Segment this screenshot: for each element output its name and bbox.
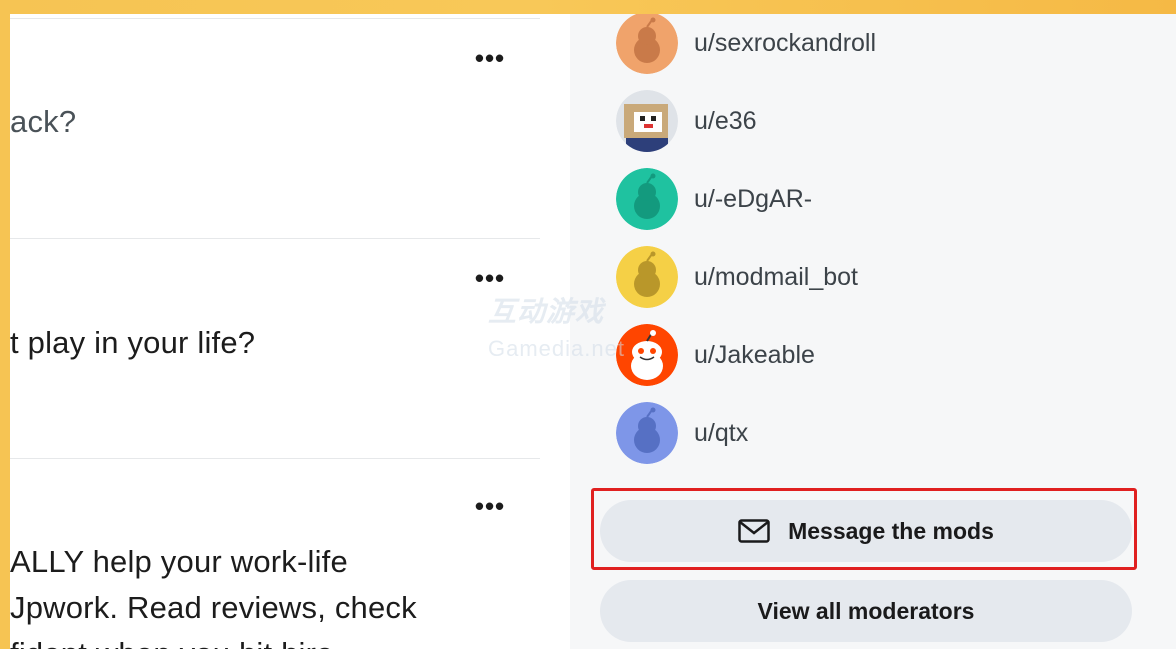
post-more-options-button[interactable]: ••• bbox=[472, 265, 508, 291]
moderator-username[interactable]: u/e36 bbox=[694, 107, 757, 136]
message-mods-label: Message the mods bbox=[788, 517, 994, 544]
moderator-username[interactable]: u/-eDgAR- bbox=[694, 185, 812, 214]
post-title[interactable]: t play in your life? bbox=[10, 325, 255, 361]
moderator-item[interactable]: u/qtx bbox=[616, 401, 748, 465]
snoo-avatar-icon[interactable] bbox=[616, 14, 678, 74]
view-all-moderators-label: View all moderators bbox=[757, 597, 975, 624]
feed-divider bbox=[10, 18, 540, 19]
mail-icon bbox=[738, 519, 770, 543]
moderator-item[interactable]: u/modmail_bot bbox=[616, 245, 858, 309]
moderator-item[interactable]: u/Jakeable bbox=[616, 323, 815, 387]
feed-divider bbox=[10, 238, 540, 239]
post-title[interactable]: ack? bbox=[10, 104, 76, 140]
snoo-avatar-icon[interactable] bbox=[616, 246, 678, 308]
post-more-options-button[interactable]: ••• bbox=[472, 45, 508, 71]
message-mods-button[interactable]: Message the mods bbox=[600, 500, 1132, 562]
custom-pixel-avatar-icon[interactable] bbox=[616, 90, 678, 152]
post-text-line[interactable]: Jpwork. Read reviews, check bbox=[10, 590, 417, 626]
screen-frame: ••• ack? ••• t play in your life? ••• AL… bbox=[10, 14, 1176, 649]
moderator-username[interactable]: u/modmail_bot bbox=[694, 263, 858, 292]
moderators-sidebar: u/sexrockandroll u/e36 u/-eDgAR- u/modma… bbox=[570, 14, 1176, 649]
post-text-line[interactable]: ALLY help your work-life bbox=[10, 544, 348, 580]
moderator-username[interactable]: u/qtx bbox=[694, 419, 748, 448]
feed-divider bbox=[10, 458, 540, 459]
post-feed: ••• ack? ••• t play in your life? ••• AL… bbox=[10, 14, 570, 649]
moderator-item[interactable]: u/e36 bbox=[616, 89, 757, 153]
snoo-avatar-icon[interactable] bbox=[616, 168, 678, 230]
snoo-avatar-icon[interactable] bbox=[616, 402, 678, 464]
moderator-item[interactable]: u/-eDgAR- bbox=[616, 167, 812, 231]
view-all-moderators-button[interactable]: View all moderators bbox=[600, 580, 1132, 642]
post-more-options-button[interactable]: ••• bbox=[472, 493, 508, 519]
moderator-username[interactable]: u/sexrockandroll bbox=[694, 29, 876, 58]
moderator-item[interactable]: u/sexrockandroll bbox=[616, 14, 876, 75]
post-text-line[interactable]: fident when you hit hire bbox=[10, 636, 334, 649]
moderator-username[interactable]: u/Jakeable bbox=[694, 341, 815, 370]
snoo-avatar-icon[interactable] bbox=[616, 324, 678, 386]
